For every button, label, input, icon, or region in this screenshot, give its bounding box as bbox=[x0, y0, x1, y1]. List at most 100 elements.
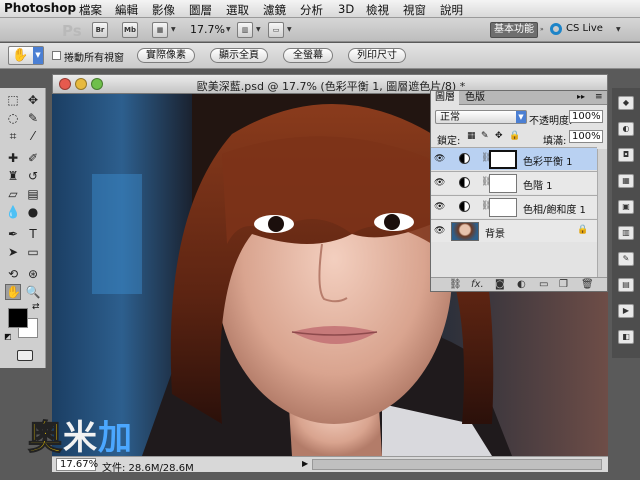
menu-file[interactable]: 檔案 bbox=[79, 2, 102, 18]
3d-orbit-icon[interactable]: ⊛ bbox=[25, 266, 41, 282]
eye-icon[interactable]: 👁 bbox=[434, 202, 445, 212]
lasso-tool-icon[interactable]: ◌ bbox=[5, 110, 21, 126]
menu-analysis[interactable]: 分析 bbox=[300, 2, 323, 18]
view-extras-button[interactable]: ▦ bbox=[152, 22, 168, 38]
scroll-all-windows-checkbox[interactable] bbox=[52, 51, 61, 60]
fill-screen-button[interactable]: 全螢幕 bbox=[283, 48, 333, 63]
fill-field[interactable]: 100% bbox=[569, 130, 603, 143]
menu-layer[interactable]: 圖層 bbox=[189, 2, 212, 18]
lock-position-icon[interactable]: ✥ bbox=[495, 131, 503, 141]
eye-icon[interactable]: 👁 bbox=[434, 226, 445, 236]
layer-name[interactable]: 色彩平衡 1 bbox=[523, 153, 573, 168]
quick-mask-icon[interactable] bbox=[17, 350, 33, 361]
zoom-tool-icon[interactable]: 🔍 bbox=[25, 284, 41, 300]
path-selection-icon[interactable]: ➤ bbox=[5, 244, 21, 260]
menu-image[interactable]: 影像 bbox=[152, 2, 175, 18]
lock-transparent-icon[interactable]: ▦ bbox=[467, 131, 476, 141]
layers-scrollbar[interactable] bbox=[597, 149, 607, 277]
menu-select[interactable]: 選取 bbox=[226, 2, 249, 18]
swatches-dock-icon[interactable]: ▦ bbox=[618, 174, 634, 188]
history-brush-icon[interactable]: ↺ bbox=[25, 168, 41, 184]
chevron-down-icon[interactable]: ▼ bbox=[256, 26, 261, 33]
mini-bridge-button[interactable]: Mb bbox=[122, 22, 138, 38]
actions-dock-icon[interactable]: ▶ bbox=[618, 304, 634, 318]
layers-dock-icon[interactable]: ◆ bbox=[618, 96, 634, 110]
blend-mode-select[interactable]: 正常 ▼ bbox=[435, 110, 527, 124]
arrange-documents-button[interactable]: ▥ bbox=[237, 22, 253, 38]
foreground-color-swatch[interactable] bbox=[8, 308, 28, 328]
actual-pixels-button[interactable]: 實際像素 bbox=[137, 48, 195, 63]
layer-row-hue-saturation[interactable]: 👁 ⛓ 色相/飽和度 1 bbox=[431, 195, 597, 218]
move-tool-icon[interactable]: ✥ bbox=[25, 92, 41, 108]
new-layer-icon[interactable]: ❐ bbox=[559, 279, 568, 290]
default-colors-icon[interactable]: ◩ bbox=[4, 332, 12, 341]
pen-tool-icon[interactable]: ✒ bbox=[5, 226, 21, 242]
status-menu-arrow-icon[interactable]: ▶ bbox=[302, 459, 308, 468]
layer-mask-thumbnail[interactable] bbox=[489, 150, 517, 169]
dodge-tool-icon[interactable]: ● bbox=[25, 204, 41, 220]
menu-help[interactable]: 說明 bbox=[440, 2, 463, 18]
new-group-icon[interactable]: ▭ bbox=[539, 279, 548, 290]
info-dock-icon[interactable]: ◧ bbox=[618, 330, 634, 344]
eye-icon[interactable]: 👁 bbox=[434, 154, 445, 164]
horizontal-scrollbar[interactable] bbox=[312, 459, 602, 470]
crop-tool-icon[interactable]: ⌗ bbox=[5, 128, 21, 144]
masks-dock-icon[interactable]: ◘ bbox=[618, 148, 634, 162]
layer-name[interactable]: 背景 bbox=[485, 225, 505, 240]
menu-filter[interactable]: 濾鏡 bbox=[263, 2, 286, 18]
trash-icon[interactable]: 🗑 bbox=[581, 279, 594, 290]
layer-style-icon[interactable]: fx. bbox=[471, 279, 484, 290]
layer-thumbnail[interactable] bbox=[451, 222, 479, 241]
app-name-menu[interactable]: Photoshop bbox=[4, 1, 76, 15]
lock-image-icon[interactable]: ✎ bbox=[481, 131, 489, 141]
add-mask-icon[interactable]: ◙ bbox=[495, 279, 505, 290]
panel-menu-icon[interactable]: ≡ bbox=[595, 92, 603, 102]
history-dock-icon[interactable]: ▤ bbox=[618, 278, 634, 292]
marquee-tool-icon[interactable]: ⬚ bbox=[5, 92, 21, 108]
fit-screen-button[interactable]: 顯示全頁 bbox=[210, 48, 268, 63]
tab-layers[interactable]: 圖層 bbox=[431, 91, 459, 105]
clone-stamp-icon[interactable]: ♜ bbox=[5, 168, 21, 184]
print-size-button[interactable]: 列印尺寸 bbox=[348, 48, 406, 63]
layer-mask-thumbnail[interactable] bbox=[489, 198, 517, 217]
chevron-down-icon[interactable]: ▼ bbox=[616, 26, 621, 33]
adjustments-dock-icon[interactable]: ◐ bbox=[618, 122, 634, 136]
screen-mode-button[interactable]: ▭ bbox=[268, 22, 284, 38]
menu-edit[interactable]: 編輯 bbox=[115, 2, 138, 18]
gradient-tool-icon[interactable]: ▤ bbox=[25, 186, 41, 202]
link-layers-icon[interactable]: ⛓ bbox=[449, 279, 462, 290]
workspace-button[interactable]: 基本功能 bbox=[490, 22, 538, 38]
menu-3d[interactable]: 3D bbox=[338, 2, 354, 16]
zoom-level[interactable]: 17.7% bbox=[190, 23, 225, 36]
blur-tool-icon[interactable]: 💧 bbox=[5, 204, 21, 220]
channels-dock-icon[interactable]: ▥ bbox=[618, 226, 634, 240]
tool-preset-picker[interactable]: ✋ ▼ bbox=[8, 46, 44, 65]
brush-tool-icon[interactable]: ✐ bbox=[25, 150, 41, 166]
3d-rotate-icon[interactable]: ⟲ bbox=[5, 266, 21, 282]
swap-colors-icon[interactable]: ⇄ bbox=[32, 302, 40, 312]
tab-channels[interactable]: 色版 bbox=[461, 91, 489, 105]
zoom-field[interactable]: 17.67% bbox=[56, 458, 98, 471]
eraser-tool-icon[interactable]: ▱ bbox=[5, 186, 21, 202]
cs-live-button[interactable]: CS Live bbox=[566, 23, 603, 34]
menu-window[interactable]: 視窗 bbox=[403, 2, 426, 18]
lock-all-icon[interactable]: 🔒 bbox=[509, 131, 520, 141]
collapse-panel-icon[interactable]: ▸▸ bbox=[577, 92, 585, 101]
bridge-button[interactable]: Br bbox=[92, 22, 108, 38]
layer-row-color-balance[interactable]: 👁 ⛓ 色彩平衡 1 bbox=[431, 147, 597, 170]
healing-brush-icon[interactable]: ✚ bbox=[5, 150, 21, 166]
hand-tool-icon[interactable]: ✋ bbox=[5, 284, 21, 300]
shape-tool-icon[interactable]: ▭ bbox=[25, 244, 41, 260]
layer-mask-thumbnail[interactable] bbox=[489, 174, 517, 193]
chevron-down-icon[interactable]: ▼ bbox=[171, 26, 176, 33]
type-tool-icon[interactable]: T bbox=[25, 226, 41, 242]
layer-row-background[interactable]: 👁 背景 🔒 bbox=[431, 219, 597, 242]
layer-name[interactable]: 色相/飽和度 1 bbox=[523, 201, 586, 216]
styles-dock-icon[interactable]: ▣ bbox=[618, 200, 634, 214]
eyedropper-icon[interactable]: ⁄ bbox=[25, 128, 41, 144]
chevron-down-icon[interactable]: ▼ bbox=[287, 26, 292, 33]
new-adjustment-layer-icon[interactable]: ◐ bbox=[517, 279, 526, 290]
quick-selection-icon[interactable]: ✎ bbox=[25, 110, 41, 126]
opacity-field[interactable]: 100% bbox=[569, 110, 603, 123]
eye-icon[interactable]: 👁 bbox=[434, 178, 445, 188]
